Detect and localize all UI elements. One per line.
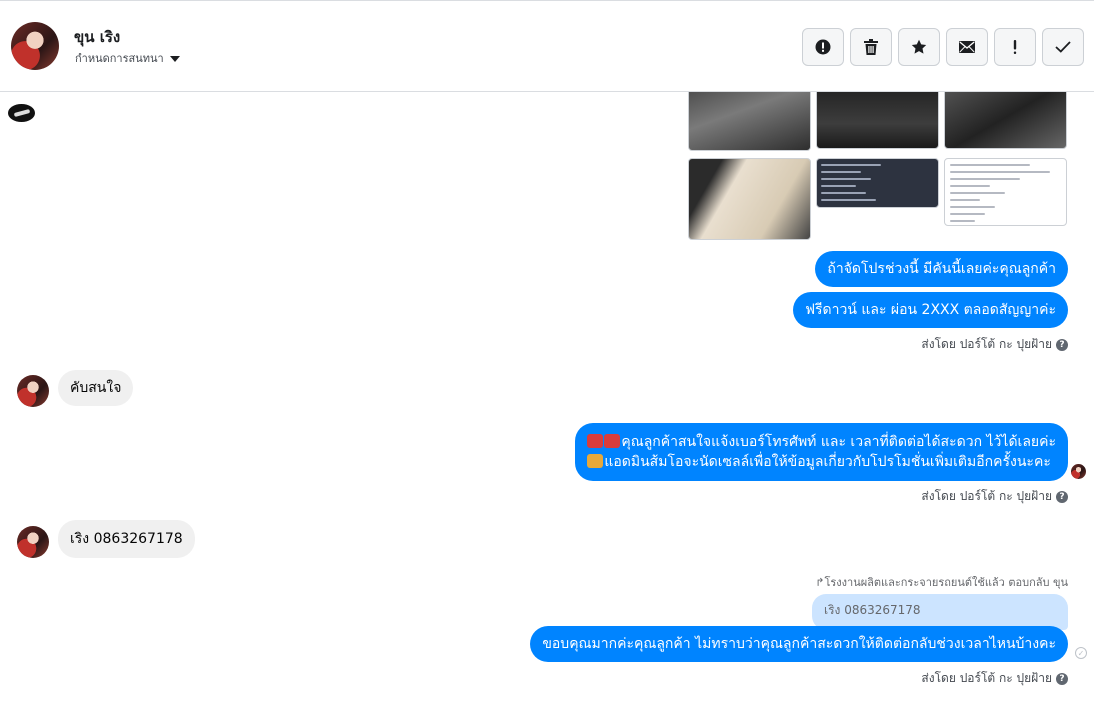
check-icon <box>1055 41 1071 53</box>
vehicle-photo-interior[interactable] <box>688 158 811 240</box>
contact-avatar-small[interactable] <box>17 526 49 558</box>
avatar-image <box>17 526 49 558</box>
vehicle-photo-dashboard[interactable] <box>816 92 939 149</box>
alert-circle-icon <box>815 39 831 55</box>
reply-header-text: โรงงานผลิตและกระจายรถยนต์ใช้แล้ว ตอบกลับ… <box>824 576 1068 589</box>
sent-by-label: ส่งโดย ปอร์โต้ กะ ปุยฝ้าย ? <box>921 335 1068 354</box>
message-text: ฟรีดาวน์ และ ผ่อน 2XXX ตลอดสัญญาค่ะ <box>805 302 1056 318</box>
conversation-header: ขุน เริง กำหนดการสนทนา <box>0 4 1094 92</box>
message-line: คุณลูกค้าสนใจแจ้งเบอร์โทรศัพท์ และ เวลาท… <box>587 432 1056 452</box>
exclamation-icon <box>1013 40 1017 54</box>
star-icon <box>911 39 927 54</box>
follow-up-button[interactable] <box>994 28 1036 66</box>
seen-receipt-avatar <box>1071 464 1086 479</box>
quoted-text: เริง 0863267178 <box>824 603 921 617</box>
outgoing-message[interactable]: คุณลูกค้าสนใจแจ้งเบอร์โทรศัพท์ และ เวลาท… <box>575 423 1068 481</box>
assign-conversation-dropdown[interactable]: กำหนดการสนทนา <box>75 49 180 67</box>
help-icon[interactable]: ? <box>1056 490 1068 503</box>
telephone-emoji-icon <box>604 434 621 448</box>
vehicle-photo-front[interactable] <box>688 92 811 151</box>
message-text: ขอบคุณมากค่ะคุณลูกค้า ไม่ทราบว่าคุณลูกค้… <box>542 636 1056 652</box>
message-text: คุณลูกค้าสนใจแจ้งเบอร์โทรศัพท์ และ เวลาท… <box>621 434 1056 450</box>
sent-by-text: ส่งโดย ปอร์โต้ กะ ปุยฝ้าย <box>921 489 1052 503</box>
message-text: เริง 0863267178 <box>70 531 183 547</box>
vehicle-listing-screenshot[interactable] <box>944 158 1067 226</box>
sent-by-text: ส่งโดย ปอร์โต้ กะ ปุยฝ้าย <box>921 671 1052 685</box>
sent-by-label: ส่งโดย ปอร์โต้ กะ ปุยฝ้าย ? <box>921 487 1068 506</box>
contact-name[interactable]: ขุน เริง <box>74 25 120 49</box>
message-text: ถ้าจัดโปรช่วงนี้ มีคันนี้เลยค่ะคุณลูกค้า <box>827 261 1056 277</box>
incoming-message[interactable]: เริง 0863267178 <box>58 520 195 558</box>
sent-by-label: ส่งโดย ปอร์โต้ กะ ปุยฝ้าย ? <box>921 669 1068 688</box>
done-button[interactable] <box>1042 28 1084 66</box>
delivered-check-icon: ✓ <box>1075 647 1087 659</box>
outgoing-message[interactable]: ถ้าจัดโปรช่วงนี้ มีคันนี้เลยค่ะคุณลูกค้า <box>815 251 1068 287</box>
incoming-message[interactable]: คับสนใจ <box>58 370 134 406</box>
help-icon[interactable]: ? <box>1056 338 1068 351</box>
outgoing-message[interactable]: ฟรีดาวน์ และ ผ่อน 2XXX ตลอดสัญญาค่ะ <box>793 292 1068 328</box>
inbox-conversation: ขุน เริง กำหนดการสนทนา ถ้าจัดโปรช่วงนี้ … <box>0 0 1094 711</box>
quoted-message[interactable]: เริง 0863267178 <box>812 594 1068 630</box>
avatar-image <box>11 22 59 70</box>
spam-button[interactable] <box>802 28 844 66</box>
people-emoji-icon <box>587 454 604 468</box>
help-icon[interactable]: ? <box>1056 672 1068 685</box>
star-button[interactable] <box>898 28 940 66</box>
header-actions <box>802 28 1084 66</box>
contact-avatar-small[interactable] <box>17 375 49 407</box>
caret-down-icon <box>169 55 180 62</box>
telephone-emoji-icon <box>587 434 604 448</box>
message-thread: ถ้าจัดโปรช่วงนี้ มีคันนี้เลยค่ะคุณลูกค้า… <box>0 92 1094 711</box>
reply-header: ↱โรงงานผลิตและกระจายรถยนต์ใช้แล้ว ตอบกลั… <box>815 573 1068 591</box>
avatar-image <box>17 375 49 407</box>
sent-by-text: ส่งโดย ปอร์โต้ กะ ปุยฝ้าย <box>921 337 1052 351</box>
assign-label: กำหนดการสนทนา <box>75 52 164 65</box>
envelope-icon <box>959 41 975 53</box>
top-divider <box>0 0 1094 3</box>
trash-icon <box>864 39 878 55</box>
contact-avatar[interactable] <box>11 22 59 70</box>
vehicle-photo-engine[interactable] <box>944 92 1067 149</box>
message-text: คับสนใจ <box>70 380 122 396</box>
message-line: แอดมินส้มโอจะนัดเซลล์เพื่อให้ข้อมูลเกี่ย… <box>587 452 1051 472</box>
page-logo-avatar <box>8 104 35 122</box>
mark-unread-button[interactable] <box>946 28 988 66</box>
outgoing-message[interactable]: ขอบคุณมากค่ะคุณลูกค้า ไม่ทราบว่าคุณลูกค้… <box>530 626 1068 662</box>
message-text: แอดมินส้มโอจะนัดเซลล์เพื่อให้ข้อมูลเกี่ย… <box>604 454 1051 470</box>
vehicle-spec-screenshot[interactable] <box>816 158 939 208</box>
delete-button[interactable] <box>850 28 892 66</box>
